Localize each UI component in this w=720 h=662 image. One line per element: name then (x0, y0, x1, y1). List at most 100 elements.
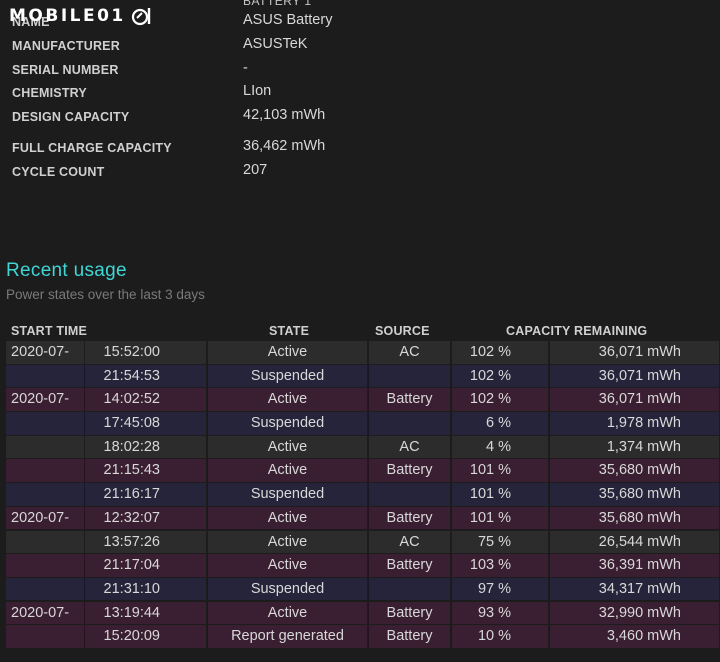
state-cell: Active (207, 506, 367, 530)
state-cell: Suspended (207, 364, 367, 388)
state-cell: Active (207, 554, 367, 577)
state-cell: Active (207, 341, 367, 364)
start-time-cell: 21:31:10 (84, 577, 206, 601)
start-time-cell: 18:02:28 (84, 435, 206, 459)
capacity-percent-cell: 97 % (451, 577, 548, 601)
start-time-cell: 21:16:17 (84, 483, 206, 506)
info-value: LIon (243, 83, 272, 99)
state-cell: Active (207, 459, 367, 482)
state-cell: Active (207, 435, 367, 459)
table-row: 21:16:17 Suspended 101 % 35,680 mWh (6, 483, 720, 506)
info-label: MANUFACTURER (12, 39, 120, 53)
capacity-percent-cell: 75 % (451, 530, 548, 553)
source-cell: Battery (368, 625, 450, 648)
start-date-cell (6, 483, 84, 506)
start-time-cell: 13:19:44 (84, 601, 206, 625)
capacity-percent-cell: 101 % (451, 506, 548, 530)
start-date-cell (6, 554, 84, 577)
start-date-cell: 2020-07-25 (6, 601, 84, 643)
table-row: 15:20:09 Report generated Battery 10 % 3,460… (6, 625, 720, 648)
info-row-cycle-count: CYCLE COUNT 207 (0, 162, 720, 182)
capacity-percent-cell: 10 % (451, 625, 548, 648)
capacity-mwh-cell: 35,680 mWh (549, 459, 719, 482)
info-row-manufacturer: MANUFACTURER ASUSTeK (0, 36, 720, 56)
mobile01-logo: MOBILE01 (9, 5, 152, 27)
table-row: 2020-07-2513:19:44ActiveBattery93 %32,99… (6, 601, 720, 643)
capacity-mwh-cell: 36,071 mWh (549, 388, 719, 411)
table-row: 2020-07-2314:02:52ActiveBattery102 %36,0… (6, 388, 720, 430)
source-cell (368, 364, 450, 388)
start-date-cell (6, 459, 84, 482)
start-date-cell (6, 577, 84, 601)
capacity-percent-cell: 102 % (451, 341, 548, 364)
column-header-capacity-remaining: CAPACITY REMAINING (506, 324, 648, 338)
column-header-source: SOURCE (375, 324, 430, 338)
capacity-mwh-cell: 36,071 mWh (549, 364, 719, 388)
capacity-mwh-cell: 1,374 mWh (549, 435, 719, 459)
table-row: 2020-07-2412:32:07ActiveBattery101 %35,6… (6, 506, 720, 548)
battery-heading: BATTERY 1 (243, 0, 312, 8)
start-date-cell: 2020-07-23 (6, 388, 84, 430)
capacity-mwh-cell: 26,544 mWh (549, 530, 719, 553)
capacity-mwh-cell: 36,391 mWh (549, 554, 719, 577)
capacity-mwh-cell: 3,460 mWh (549, 625, 719, 648)
capacity-mwh-cell: 32,990 mWh (549, 601, 719, 625)
logo-text: MOBILE01 (9, 6, 126, 26)
source-cell (368, 483, 450, 506)
info-value: 207 (243, 162, 268, 178)
table-row: 21:17:04 Active Battery 103 % 36,391 mWh (6, 554, 720, 577)
info-row-full-charge-capacity: FULL CHARGE CAPACITY 36,462 mWh (0, 138, 720, 158)
column-header-start-time: START TIME (11, 324, 88, 338)
capacity-mwh-cell: 34,317 mWh (549, 577, 719, 601)
info-label: SERIAL NUMBER (12, 63, 119, 77)
start-date-cell (6, 625, 84, 648)
info-label: DESIGN CAPACITY (12, 110, 130, 124)
source-cell: AC (368, 530, 450, 553)
info-value: - (243, 60, 248, 76)
info-value: ASUSTeK (243, 36, 308, 52)
source-cell: Battery (368, 388, 450, 411)
source-cell: Battery (368, 601, 450, 625)
source-cell (368, 577, 450, 601)
section-subtitle: Power states over the last 3 days (6, 287, 205, 302)
section-title: Recent usage (6, 260, 127, 281)
start-time-cell: 12:32:07 (84, 506, 206, 530)
capacity-percent-cell: 101 % (451, 483, 548, 506)
table-row: 21:54:53 Suspended 102 % 36,071 mWh (6, 364, 720, 388)
info-value: 36,462 mWh (243, 138, 326, 154)
source-cell: Battery (368, 554, 450, 577)
start-date-cell (6, 412, 84, 435)
info-row-chemistry: CHEMISTRY LIon (0, 83, 720, 103)
capacity-mwh-cell: 36,071 mWh (549, 341, 719, 364)
start-date-cell: 2020-07-24 (6, 506, 84, 548)
capacity-mwh-cell: 1,978 mWh (549, 412, 719, 435)
state-cell: Active (207, 530, 367, 553)
table-row: 2020-07-2215:52:00ActiveAC102 %36,071 mW… (6, 341, 720, 383)
state-cell: Suspended (207, 483, 367, 506)
start-time-cell: 21:17:04 (84, 554, 206, 577)
table-row: 13:57:26 Active AC 75 % 26,544 mWh (6, 530, 720, 553)
capacity-percent-cell: 103 % (451, 554, 548, 577)
info-label: FULL CHARGE CAPACITY (12, 141, 172, 155)
start-date-cell: 2020-07-22 (6, 341, 84, 383)
table-row: 18:02:28 Active AC 4 % 1,374 mWh (6, 435, 720, 459)
state-cell: Report generated (207, 625, 367, 648)
start-date-cell (6, 530, 84, 553)
logo-ring-icon (131, 8, 150, 26)
table-header: START TIME STATE SOURCE CAPACITY REMAINI… (6, 322, 720, 340)
info-row-design-capacity: DESIGN CAPACITY 42,103 mWh (0, 107, 720, 127)
state-cell: Active (207, 388, 367, 411)
capacity-mwh-cell: 35,680 mWh (549, 483, 719, 506)
capacity-mwh-cell: 35,680 mWh (549, 506, 719, 530)
info-value: 42,103 mWh (243, 107, 326, 123)
info-label: CYCLE COUNT (12, 165, 105, 179)
capacity-percent-cell: 102 % (451, 388, 548, 411)
start-date-cell (6, 364, 84, 388)
start-time-cell: 13:57:26 (84, 530, 206, 553)
source-cell (368, 412, 450, 435)
source-cell: Battery (368, 459, 450, 482)
capacity-percent-cell: 93 % (451, 601, 548, 625)
source-cell: AC (368, 341, 450, 364)
start-time-cell: 15:20:09 (84, 625, 206, 648)
state-cell: Suspended (207, 577, 367, 601)
